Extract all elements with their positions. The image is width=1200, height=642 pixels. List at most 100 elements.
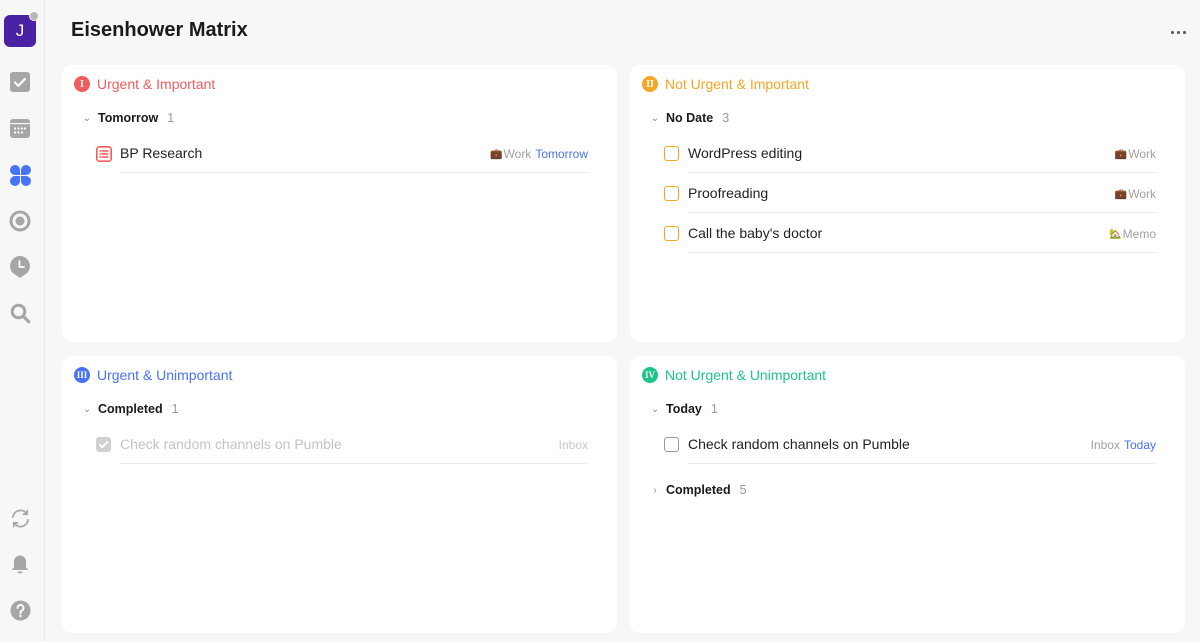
quadrant-header[interactable]: III Urgent & Unimportant bbox=[74, 367, 232, 383]
task-title: Proofreading bbox=[688, 185, 769, 201]
sidebar-item-calendar[interactable] bbox=[8, 116, 32, 140]
task-title: BP Research bbox=[120, 145, 203, 161]
sidebar-item-tasks[interactable] bbox=[8, 70, 32, 94]
quadrant-numeral-badge: II bbox=[642, 76, 658, 92]
quadrant-header[interactable]: IV Not Urgent & Unimportant bbox=[642, 367, 826, 383]
task-row[interactable]: BP Research 💼 Work Tomorrow bbox=[96, 133, 588, 173]
task-list-name: Work bbox=[1128, 187, 1156, 201]
sync-button[interactable] bbox=[8, 506, 32, 530]
focus-icon bbox=[9, 210, 31, 232]
task-checkbox[interactable] bbox=[664, 146, 679, 161]
divider bbox=[688, 463, 1156, 464]
group-header-completed[interactable]: › Completed 5 bbox=[650, 483, 747, 497]
task-row[interactable]: Check random channels on Pumble Inbox bbox=[96, 424, 588, 464]
task-meta: Inbox bbox=[559, 438, 588, 452]
habit-clock-icon bbox=[10, 256, 30, 278]
task-meta: 💼 Work bbox=[1115, 187, 1156, 201]
quadrant-title: Not Urgent & Unimportant bbox=[665, 367, 827, 383]
divider bbox=[688, 252, 1156, 253]
calendar-icon bbox=[10, 118, 30, 138]
house-icon: 🏡 bbox=[1109, 228, 1122, 240]
divider bbox=[120, 463, 588, 464]
task-meta: 💼 Work Tomorrow bbox=[490, 147, 588, 161]
notifications-button[interactable] bbox=[8, 552, 32, 576]
checked-checkbox-icon[interactable] bbox=[96, 437, 111, 452]
sidebar-item-matrix[interactable] bbox=[8, 163, 32, 187]
task-list-name: Memo bbox=[1122, 227, 1156, 241]
task-row[interactable]: WordPress editing 💼 Work bbox=[664, 133, 1156, 173]
chevron-down-icon: ⌄ bbox=[650, 112, 660, 124]
help-icon bbox=[10, 600, 30, 620]
quadrant-header[interactable]: I Urgent & Important bbox=[74, 76, 215, 92]
task-checkbox[interactable] bbox=[664, 226, 679, 241]
sidebar: J bbox=[0, 0, 45, 642]
task-list-name: Inbox bbox=[1090, 438, 1120, 452]
group-count: 5 bbox=[739, 483, 747, 497]
quadrant-header[interactable]: II Not Urgent & Important bbox=[642, 76, 809, 92]
sidebar-item-focus[interactable] bbox=[8, 209, 32, 233]
sync-icon bbox=[11, 509, 29, 527]
group-name: No Date bbox=[666, 111, 714, 125]
group-count: 1 bbox=[167, 111, 175, 125]
task-list-name: Work bbox=[503, 147, 532, 161]
quadrant-not-urgent-important: II Not Urgent & Important ⌄ No Date 3 Wo… bbox=[630, 65, 1185, 342]
search-icon bbox=[10, 303, 30, 323]
task-due-date[interactable]: Tomorrow bbox=[535, 147, 588, 161]
group-count: 3 bbox=[722, 111, 730, 125]
premium-crown-icon bbox=[29, 11, 39, 21]
task-row[interactable]: Call the baby's doctor 🏡 Memo bbox=[664, 213, 1156, 253]
sidebar-item-habit[interactable] bbox=[8, 255, 32, 279]
group-name: Tomorrow bbox=[98, 111, 159, 125]
group-count: 1 bbox=[710, 402, 718, 416]
task-checkbox[interactable] bbox=[664, 437, 679, 452]
group-name: Completed bbox=[98, 402, 163, 416]
quadrant-title: Not Urgent & Important bbox=[665, 76, 809, 92]
page-title: Eisenhower Matrix bbox=[71, 19, 248, 41]
chevron-down-icon: ⌄ bbox=[650, 403, 660, 415]
quadrant-numeral-badge: IV bbox=[642, 367, 658, 383]
note-icon[interactable] bbox=[96, 146, 112, 162]
chevron-down-icon: ⌄ bbox=[82, 403, 92, 415]
main-content: Eisenhower Matrix I Urgent & Important ⌄… bbox=[45, 0, 1200, 642]
more-options-button[interactable] bbox=[1167, 22, 1189, 42]
more-horizontal-icon bbox=[1170, 30, 1174, 34]
group-header-completed[interactable]: ⌄ Completed 1 bbox=[82, 402, 179, 416]
task-list-name: Inbox bbox=[558, 438, 588, 452]
quadrant-urgent-important: I Urgent & Important ⌄ Tomorrow 1 BP Res… bbox=[62, 65, 617, 342]
group-name: Today bbox=[666, 402, 702, 416]
sidebar-item-search[interactable] bbox=[8, 301, 32, 325]
group-count: 1 bbox=[171, 402, 179, 416]
task-title: Check random channels on Pumble bbox=[120, 436, 342, 452]
task-title: WordPress editing bbox=[688, 145, 803, 161]
quadrant-not-urgent-unimportant: IV Not Urgent & Unimportant ⌄ Today 1 Ch… bbox=[630, 356, 1185, 633]
matrix-icon bbox=[9, 164, 31, 186]
briefcase-icon: 💼 bbox=[1114, 148, 1128, 160]
quadrant-title: Urgent & Important bbox=[97, 76, 216, 92]
task-row[interactable]: Check random channels on Pumble Inbox To… bbox=[664, 424, 1156, 464]
briefcase-icon: 💼 bbox=[1114, 188, 1128, 200]
quadrant-title: Urgent & Unimportant bbox=[97, 367, 233, 383]
group-name: Completed bbox=[666, 483, 731, 497]
task-title: Check random channels on Pumble bbox=[688, 436, 910, 452]
group-header-today[interactable]: ⌄ Today 1 bbox=[650, 402, 718, 416]
divider bbox=[120, 172, 588, 173]
chevron-down-icon: ⌄ bbox=[82, 112, 92, 124]
task-meta: 💼 Work bbox=[1115, 147, 1156, 161]
quadrant-numeral-badge: III bbox=[74, 367, 90, 383]
briefcase-icon: 💼 bbox=[490, 148, 503, 160]
quadrant-numeral-badge: I bbox=[74, 76, 90, 92]
help-button[interactable] bbox=[8, 598, 32, 622]
chevron-right-icon: › bbox=[653, 484, 657, 496]
avatar-initial: J bbox=[15, 21, 25, 40]
task-meta: 🏡 Memo bbox=[1109, 227, 1156, 241]
task-title: Call the baby's doctor bbox=[688, 225, 823, 241]
task-check-icon bbox=[10, 72, 30, 92]
task-meta: Inbox Today bbox=[1091, 438, 1156, 452]
group-header-no-date[interactable]: ⌄ No Date 3 bbox=[650, 111, 729, 125]
task-due-date[interactable]: Today bbox=[1124, 438, 1156, 452]
group-header-tomorrow[interactable]: ⌄ Tomorrow 1 bbox=[82, 111, 174, 125]
task-checkbox[interactable] bbox=[664, 186, 679, 201]
task-row[interactable]: Proofreading 💼 Work bbox=[664, 173, 1156, 213]
quadrant-urgent-unimportant: III Urgent & Unimportant ⌄ Completed 1 C… bbox=[62, 356, 617, 633]
task-list-name: Work bbox=[1128, 147, 1156, 161]
